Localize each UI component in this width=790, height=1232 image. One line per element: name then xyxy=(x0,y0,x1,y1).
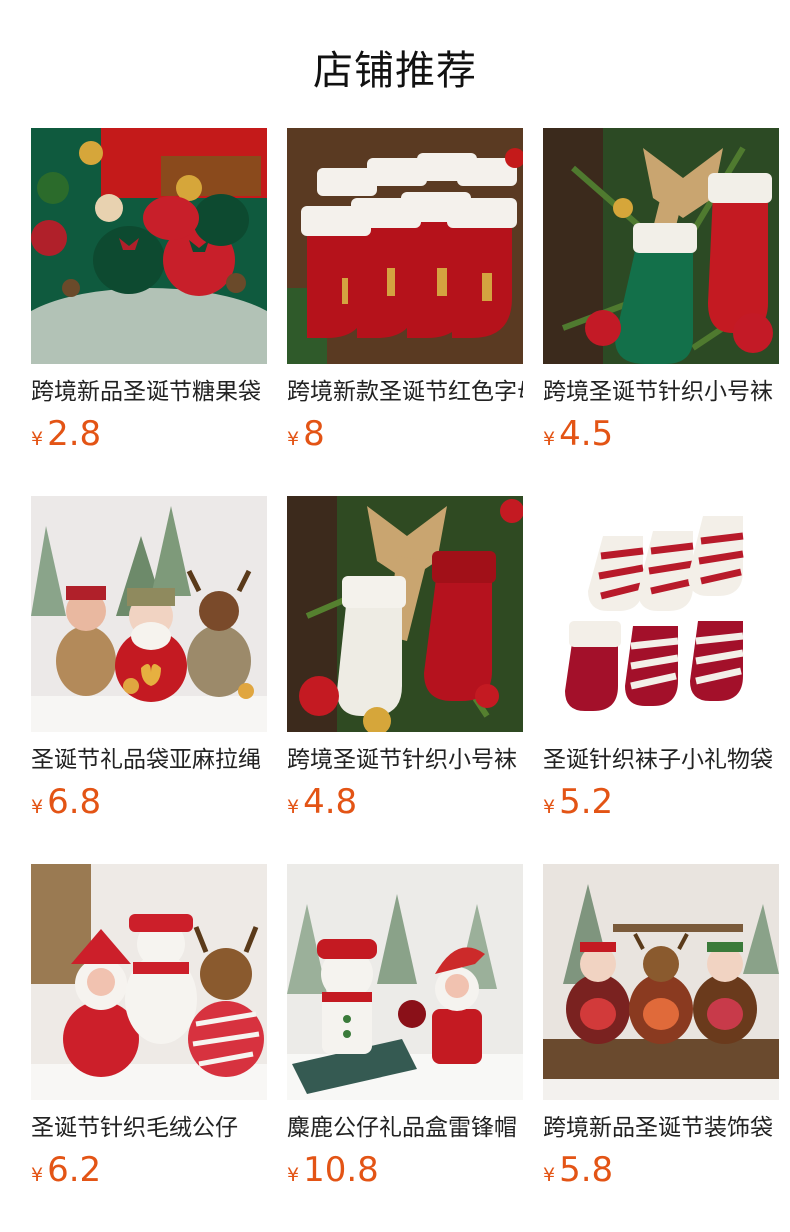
product-card[interactable]: 跨境新品圣诞节糖果袋 ¥2.8 xyxy=(31,128,267,460)
product-card[interactable]: 跨境圣诞节针织小号袜 ¥4.8 xyxy=(287,496,523,828)
product-price: ¥5.2 xyxy=(543,782,614,822)
product-image[interactable] xyxy=(543,864,779,1100)
product-image[interactable] xyxy=(543,496,779,732)
section-title: 店铺推荐 xyxy=(313,48,477,94)
product-image[interactable] xyxy=(287,128,523,364)
product-name[interactable]: 跨境新品圣诞节糖果袋 xyxy=(31,376,267,408)
product-image[interactable] xyxy=(287,496,523,732)
product-card[interactable]: 圣诞节针织毛绒公仔 ¥6.2 xyxy=(31,864,267,1196)
product-card[interactable]: 麋鹿公仔礼品盒雷锋帽 ¥10.8 xyxy=(287,864,523,1196)
product-image[interactable] xyxy=(543,128,779,364)
product-image[interactable] xyxy=(31,496,267,732)
product-price: ¥8 xyxy=(287,414,325,454)
product-card[interactable]: 圣诞针织袜子小礼物袋 ¥5.2 xyxy=(543,496,779,828)
product-name[interactable]: 麋鹿公仔礼品盒雷锋帽 xyxy=(287,1112,523,1144)
product-price: ¥4.8 xyxy=(287,782,358,822)
product-price: ¥6.2 xyxy=(31,1150,102,1190)
product-image[interactable] xyxy=(31,864,267,1100)
product-name[interactable]: 跨境圣诞节针织小号袜 xyxy=(287,744,523,776)
product-name[interactable]: 跨境新款圣诞节红色字母袜 xyxy=(287,376,523,408)
product-image[interactable] xyxy=(31,128,267,364)
product-price: ¥6.8 xyxy=(31,782,102,822)
product-name[interactable]: 跨境新品圣诞节装饰袋 xyxy=(543,1112,779,1144)
product-price: ¥2.8 xyxy=(31,414,102,454)
product-name[interactable]: 圣诞节针织毛绒公仔 xyxy=(31,1112,267,1144)
product-card[interactable]: 跨境新款圣诞节红色字母袜 ¥8 xyxy=(287,128,523,460)
product-name[interactable]: 跨境圣诞节针织小号袜 xyxy=(543,376,779,408)
product-name[interactable]: 圣诞针织袜子小礼物袋 xyxy=(543,744,779,776)
product-card[interactable]: 跨境圣诞节针织小号袜 ¥4.5 xyxy=(543,128,779,460)
product-card[interactable]: 圣诞节礼品袋亚麻拉绳 ¥6.8 xyxy=(31,496,267,828)
product-name[interactable]: 圣诞节礼品袋亚麻拉绳 xyxy=(31,744,267,776)
product-price: ¥5.8 xyxy=(543,1150,614,1190)
product-price: ¥4.5 xyxy=(543,414,614,454)
product-image[interactable] xyxy=(287,864,523,1100)
product-price: ¥10.8 xyxy=(287,1150,379,1190)
product-card[interactable]: 跨境新品圣诞节装饰袋 ¥5.8 xyxy=(543,864,779,1196)
